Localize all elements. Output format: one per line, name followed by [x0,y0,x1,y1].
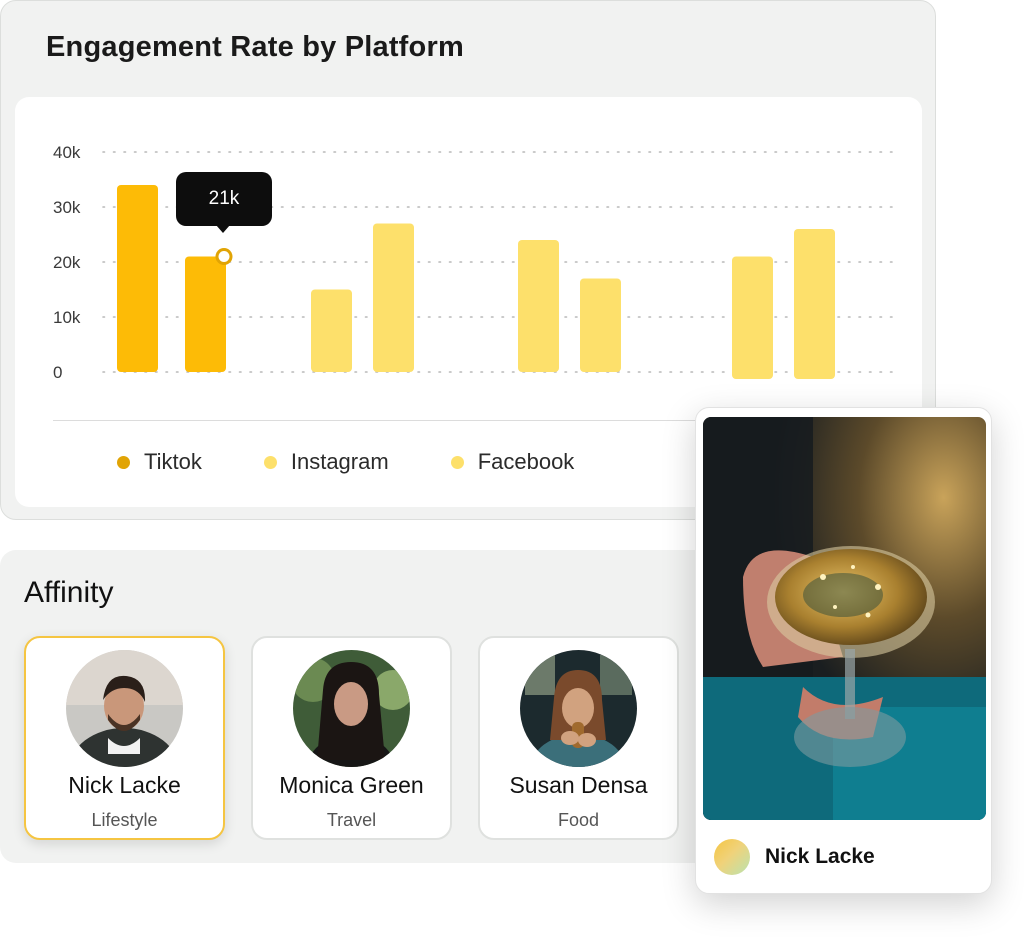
bar[interactable] [311,289,352,373]
bar[interactable] [518,240,559,372]
avatar [293,650,410,767]
affinity-title: Affinity [24,576,114,609]
bar[interactable] [794,229,835,379]
creator-category: Lifestyle [91,810,158,830]
point-marker[interactable] [215,248,233,265]
legend-item-tiktok[interactable]: Tiktok [117,449,202,475]
post-photo[interactable] [703,417,986,820]
bar[interactable] [185,256,226,373]
creator-card[interactable]: Nick Lacke Lifestyle [24,636,225,840]
avatar [66,650,183,767]
legend-item-facebook[interactable]: Facebook [450,449,575,475]
affinity-panel: Affinity Nick Lacke Lifestyle Monica Gre… [0,550,720,863]
legend-dot-icon [117,455,130,469]
legend-dot-icon [263,455,277,469]
creator-name: Nick Lacke [68,772,181,798]
creator-name: Susan Densa [509,772,648,798]
bar[interactable] [373,223,414,373]
engagement-chart: 40k 30k 20k 10k 0 [53,143,902,382]
y-tick-label: 20k [53,253,81,272]
y-tick-label: 40k [53,143,81,162]
creator-card[interactable]: Susan Densa Food [478,636,679,840]
y-tick-label: 0 [53,363,62,382]
y-tick-label: 10k [53,308,81,327]
value-tooltip: 21k [176,172,272,233]
creator-category: Food [557,810,600,830]
avatar [520,650,637,767]
chart-legend: Tiktok Instagram Facebook [117,449,574,475]
bar[interactable] [732,256,773,380]
creator-name: Monica Green [279,772,424,798]
bar[interactable] [580,278,621,373]
engagement-title: Engagement Rate by Platform [46,31,464,63]
creator-card[interactable]: Monica Green Travel [251,636,452,840]
avatar [714,839,750,875]
legend-label: Tiktok [144,449,202,474]
post-card[interactable]: Nick Lacke [695,407,992,894]
legend-label: Facebook [477,449,575,474]
post-author[interactable]: Nick Lacke [714,839,875,875]
bar[interactable] [117,185,158,372]
post-author-name: Nick Lacke [765,845,875,868]
legend-label: Instagram [290,449,389,474]
legend-item-instagram[interactable]: Instagram [263,449,389,475]
legend-dot-icon [450,455,464,469]
y-tick-label: 30k [53,198,81,217]
creator-category: Travel [326,810,377,830]
